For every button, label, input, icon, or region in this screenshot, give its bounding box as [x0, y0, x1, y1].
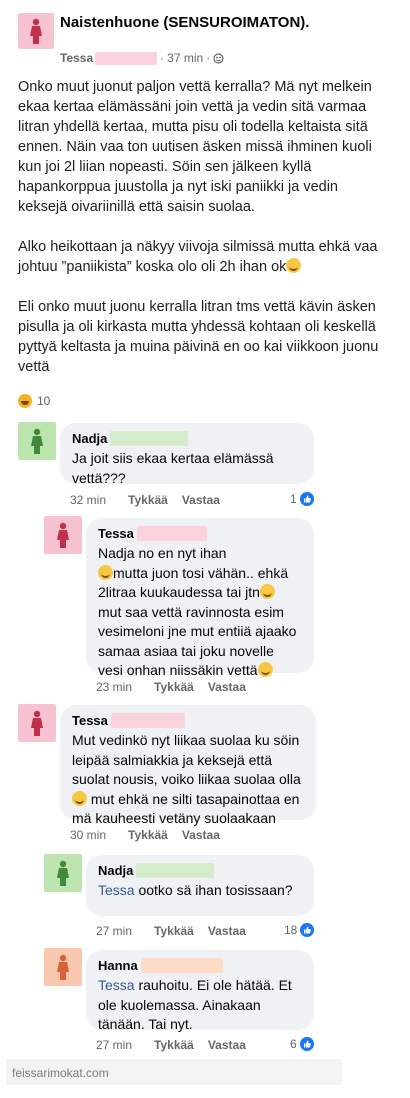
comment-author[interactable]: Nadja — [98, 862, 133, 879]
comment-text-b: mut ehkä ne silti tasapainottaa en mä ka… — [72, 790, 300, 827]
post-author[interactable]: Tessa — [60, 51, 93, 65]
commenter-avatar[interactable] — [44, 516, 82, 554]
post-paragraph-text: Eli onko muut juonu kerralla litran tms … — [18, 299, 379, 375]
comment-like-count[interactable]: 1 — [290, 492, 314, 506]
comment-author[interactable]: Tessa — [98, 525, 134, 542]
reply-button[interactable]: Vastaa — [182, 493, 220, 507]
grin-emoji-icon — [72, 790, 87, 806]
reaction-summary[interactable]: 10 — [18, 394, 50, 408]
like-button[interactable]: Tykkää — [154, 680, 194, 694]
comment-time[interactable]: 32 min — [70, 493, 106, 507]
author-avatar[interactable] — [18, 13, 54, 49]
like-button[interactable]: Tykkää — [154, 924, 194, 938]
person-icon — [31, 710, 43, 736]
reply-button[interactable]: Vastaa — [208, 1038, 246, 1052]
person-icon — [31, 428, 43, 454]
post-paragraph: Onko muut juonut paljon vettä kerralla? … — [18, 79, 372, 215]
grin-emoji-icon — [259, 584, 275, 599]
comment-bubble: Tessa Nadja no en nyt ihan mutta juon tos… — [86, 518, 314, 678]
comment-text-b: mutta juon tosi vähän.. ehkä 2litraa kuu… — [98, 564, 289, 601]
like-button[interactable]: Tykkää — [154, 1038, 194, 1052]
comment-text-a: Nadja no en nyt ihan — [98, 545, 227, 561]
comment-time[interactable]: 23 min — [96, 680, 132, 694]
comment-author[interactable]: Nadja — [72, 430, 107, 447]
thinking-emoji-icon — [257, 662, 273, 677]
mention-link[interactable]: Tessa — [98, 882, 135, 898]
post-paragraph: Eli onko muut juonu kerralla litran tms … — [18, 297, 390, 377]
watermark-bar: feissarimokat.com — [6, 1059, 342, 1085]
comment-bubble: Nadja Ja joit siis ekaa kertaa elämässä … — [60, 423, 314, 486]
comment-time[interactable]: 30 min — [70, 828, 106, 842]
reply-button[interactable]: Vastaa — [208, 680, 246, 694]
redacted-name — [110, 713, 185, 728]
mention-link[interactable]: Tessa — [98, 977, 135, 993]
haha-reaction-icon — [18, 394, 32, 408]
like-count-value: 1 — [290, 492, 297, 506]
comment-text: Tessa ootko sä ihan tosissaan? — [98, 881, 302, 901]
group-name[interactable]: Naistenhuone (SENSUROIMATON). — [60, 14, 360, 32]
watermark-text: feissarimokat.com — [12, 1066, 109, 1080]
like-count-value: 18 — [284, 923, 298, 937]
person-icon — [57, 522, 69, 548]
meta-separator-2: · — [206, 51, 211, 65]
comment-author-row: Nadja — [72, 430, 302, 447]
audience-icon[interactable] — [213, 52, 224, 64]
comment-author[interactable]: Tessa — [72, 712, 108, 729]
thumbs-up-icon — [299, 1037, 314, 1051]
redacted-name — [95, 51, 158, 65]
reaction-count: 10 — [37, 394, 51, 408]
reply-button[interactable]: Vastaa — [208, 924, 246, 938]
comment-text-a: Mut vedinkö nyt liikaa suolaa ku söin le… — [72, 732, 301, 787]
comment-actions: 27 min Tykkää Vastaa — [96, 1038, 260, 1052]
post-paragraph: Alko heikottaan ja näkyy viivoja silmiss… — [18, 237, 390, 277]
post-meta: Tessa · 37 min · — [60, 51, 224, 65]
comment-time[interactable]: 27 min — [96, 1038, 132, 1052]
redacted-name — [110, 431, 189, 446]
grin-emoji-icon — [98, 564, 113, 580]
comment-author[interactable]: Hanna — [98, 957, 138, 974]
comment-bubble: Nadja Tessa ootko sä ihan tosissaan? — [86, 855, 314, 916]
comment-bubble: Hanna Tessa rauhoitu. Ei ole hätää. Et o… — [86, 950, 314, 1032]
comment-bubble: Tessa Mut vedinkö nyt liikaa suolaa ku s… — [60, 705, 316, 826]
comment-like-count[interactable]: 18 — [284, 923, 315, 937]
redacted-name — [136, 863, 215, 878]
thumbs-up-icon — [300, 923, 315, 937]
like-count-value: 6 — [290, 1037, 297, 1051]
comment-text: Mut vedinkö nyt liikaa suolaa ku söin le… — [72, 731, 304, 829]
like-button[interactable]: Tykkää — [128, 493, 168, 507]
thumbs-up-icon — [299, 492, 314, 506]
comment-actions: 23 min Tykkää Vastaa — [96, 680, 260, 694]
post-body: Onko muut juonut paljon vettä kerralla? … — [18, 77, 390, 377]
comment-actions: 27 min Tykkää Vastaa — [96, 924, 260, 938]
commenter-avatar[interactable] — [18, 422, 56, 460]
post-paragraph-text: Alko heikottaan ja näkyy viivoja silmiss… — [18, 239, 378, 275]
comment-text: Ja joit siis ekaa kertaa elämässä vettä?… — [72, 450, 274, 486]
meta-separator: · — [160, 51, 165, 65]
like-button[interactable]: Tykkää — [128, 828, 168, 842]
person-icon — [57, 954, 69, 980]
comment-author-row: Tessa — [98, 525, 302, 542]
commenter-avatar[interactable] — [18, 704, 56, 742]
comment-text-body: ootko sä ihan tosissaan? — [138, 882, 293, 898]
thinking-emoji-icon — [286, 258, 302, 273]
person-icon — [57, 860, 69, 886]
comment-text: Tessa rauhoitu. Ei ole hätää. Et ole kuo… — [98, 976, 302, 1035]
comment-author-row: Tessa — [72, 712, 304, 729]
commenter-avatar[interactable] — [44, 854, 82, 892]
redacted-name — [140, 958, 223, 973]
comment-author-row: Hanna — [98, 957, 302, 974]
post-time[interactable]: 37 min — [167, 51, 203, 65]
comment-like-count[interactable]: 6 — [290, 1037, 314, 1051]
commenter-avatar[interactable] — [44, 948, 82, 986]
comment-actions: 32 min Tykkää Vastaa — [70, 493, 234, 507]
comment-text: Nadja no en nyt ihan mutta juon tosi vähä… — [98, 544, 302, 681]
person-icon — [30, 18, 42, 44]
comment-time[interactable]: 27 min — [96, 924, 132, 938]
redacted-name — [136, 526, 207, 541]
reply-button[interactable]: Vastaa — [182, 828, 220, 842]
comment-actions: 30 min Tykkää Vastaa — [70, 828, 234, 842]
comment-author-row: Nadja — [98, 862, 302, 879]
